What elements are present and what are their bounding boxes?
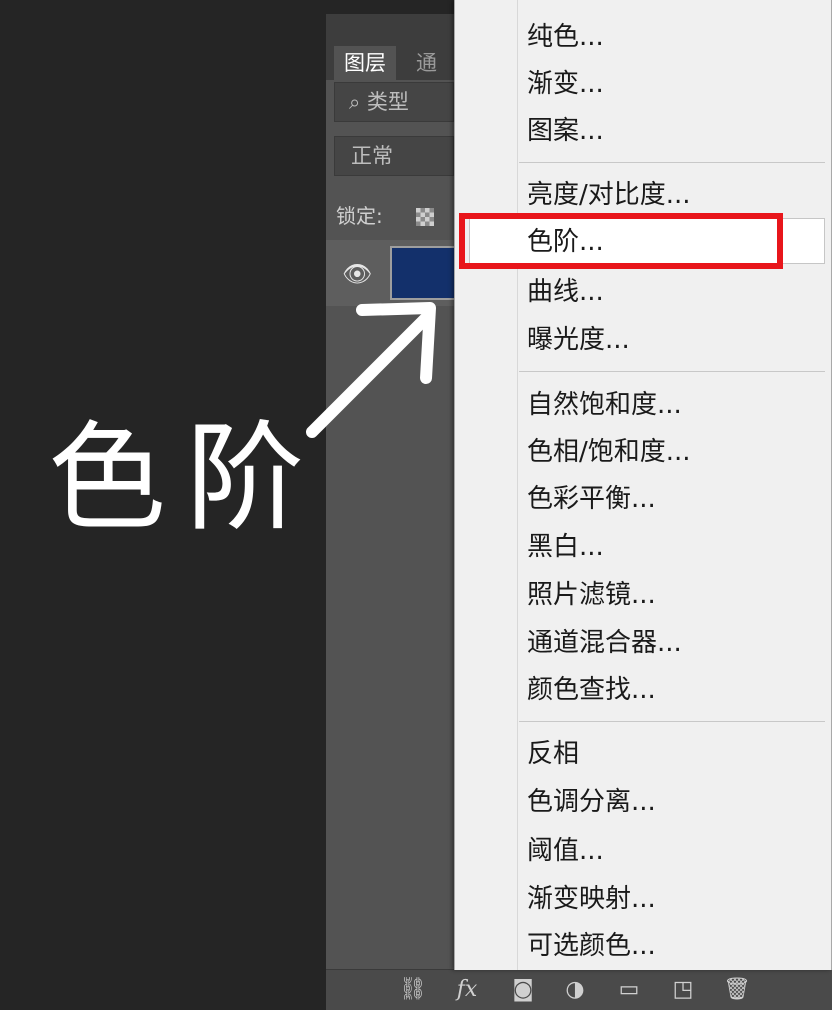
menu-gutter xyxy=(517,0,518,970)
menu-separator xyxy=(519,371,825,372)
highlight-box xyxy=(459,213,783,269)
mask-icon[interactable]: ◙ xyxy=(508,976,538,1004)
filter-type-label: 类型 xyxy=(366,90,409,114)
layer-filter-select[interactable]: ⌕ 类型 xyxy=(334,82,454,122)
search-icon: ⌕ xyxy=(349,90,361,114)
menu-item-posterize[interactable]: 色调分离... xyxy=(527,785,656,819)
blend-mode-select[interactable]: 正常 xyxy=(334,136,454,176)
lock-transparency-icon[interactable] xyxy=(416,208,434,226)
panel-tabbar: 图层 通道 xyxy=(326,40,456,109)
annotation-label: 色阶 xyxy=(48,409,325,547)
menu-item-exposure[interactable]: 曝光度... xyxy=(527,323,630,357)
panel-header xyxy=(326,14,456,40)
lock-label: 锁定: xyxy=(336,204,383,228)
menu-item-photo-filter[interactable]: 照片滤镜... xyxy=(527,578,656,612)
trash-icon[interactable]: 🗑 xyxy=(722,976,752,1004)
link-icon[interactable]: ⛓ xyxy=(398,976,428,1004)
fx-icon[interactable]: fx xyxy=(452,976,482,1004)
menu-item-vibrance[interactable]: 自然饱和度... xyxy=(527,388,682,422)
menu-item-black-white[interactable]: 黑白... xyxy=(527,530,604,564)
menu-item-brightness-contrast[interactable]: 亮度/对比度... xyxy=(527,178,691,212)
menu-item-pattern[interactable]: 图案... xyxy=(527,114,604,148)
menu-item-threshold[interactable]: 阈值... xyxy=(527,834,604,868)
adjustment-icon[interactable]: ◑ xyxy=(560,976,590,1004)
menu-item-invert[interactable]: 反相 xyxy=(527,737,579,771)
menu-separator xyxy=(519,162,825,163)
menu-item-color-balance[interactable]: 色彩平衡... xyxy=(527,482,656,516)
new-layer-icon[interactable]: ◳ xyxy=(668,976,698,1004)
menu-item-hue-saturation[interactable]: 色相/饱和度... xyxy=(527,435,691,469)
menu-item-selective-color[interactable]: 可选颜色... xyxy=(527,929,656,963)
tab-channels[interactable]: 通道 xyxy=(406,46,456,109)
menu-item-color-lookup[interactable]: 颜色查找... xyxy=(527,673,656,707)
menu-separator xyxy=(519,721,825,722)
menu-item-solid-color[interactable]: 纯色... xyxy=(527,20,604,54)
panel-bottom-bar: ⛓ fx ◙ ◑ ▭ ◳ 🗑 xyxy=(326,969,832,1010)
tab-layers[interactable]: 图层 xyxy=(334,46,396,80)
adjustment-layer-menu: 纯色... 渐变... 图案... 亮度/对比度... 色阶... 曲线... … xyxy=(454,0,832,970)
menu-item-channel-mixer[interactable]: 通道混合器... xyxy=(527,626,682,660)
menu-item-gradient[interactable]: 渐变... xyxy=(527,67,604,101)
menu-item-gradient-map[interactable]: 渐变映射... xyxy=(527,882,656,916)
menu-item-curves[interactable]: 曲线... xyxy=(527,275,604,309)
folder-icon[interactable]: ▭ xyxy=(614,976,644,1004)
